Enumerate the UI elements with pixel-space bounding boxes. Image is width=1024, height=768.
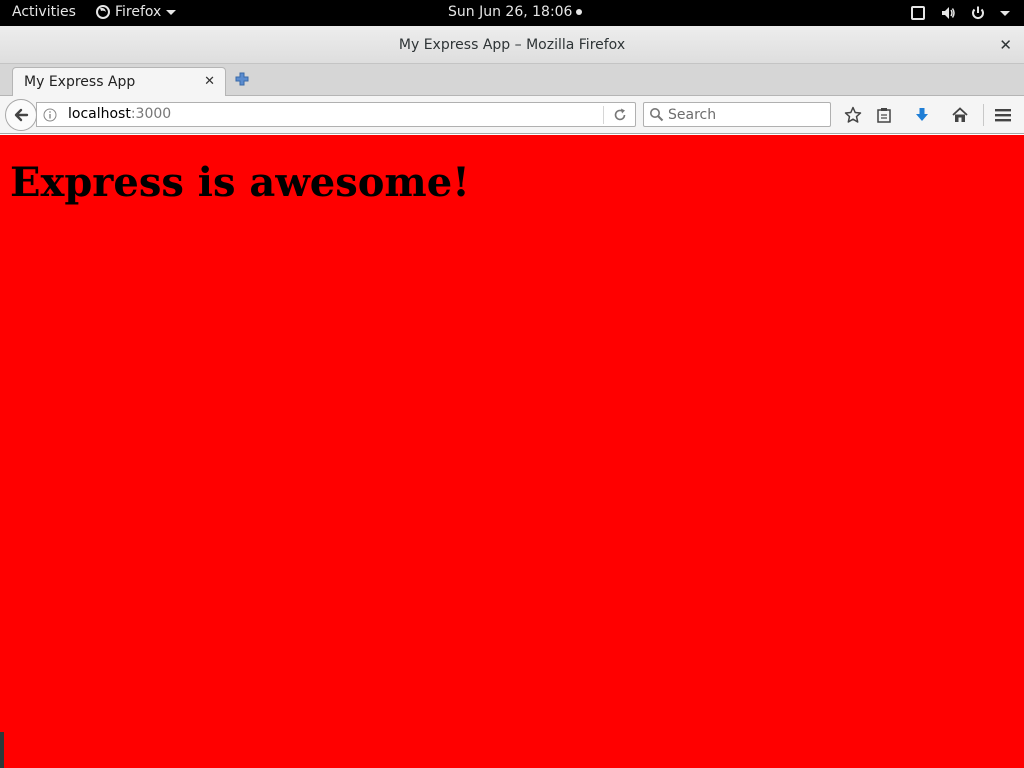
system-tray[interactable] [910, 5, 1010, 21]
search-input[interactable] [666, 105, 826, 124]
power-icon[interactable] [970, 5, 986, 21]
app-menu-button[interactable]: Firefox [96, 4, 177, 20]
url-text[interactable]: localhost:3000 [68, 106, 171, 122]
back-button[interactable] [5, 99, 37, 131]
window-edge [0, 732, 4, 768]
chevron-down-icon[interactable] [1000, 10, 1010, 16]
clock-label: Sun Jun 26, 18:06 [448, 4, 573, 20]
page-heading: Express is awesome! [10, 159, 470, 206]
plus-icon[interactable] [234, 71, 250, 87]
url-bar-divider [603, 106, 604, 124]
url-port: :3000 [130, 106, 172, 122]
clock-button[interactable]: Sun Jun 26, 18:06 [448, 4, 583, 20]
window-icon[interactable] [910, 5, 926, 21]
close-icon[interactable]: ✕ [204, 74, 215, 89]
search-icon [649, 107, 664, 126]
navigation-toolbar: localhost:3000 [0, 96, 1024, 134]
search-bar[interactable] [643, 102, 831, 127]
tab-my-express-app[interactable]: My Express App ✕ [12, 67, 226, 97]
reload-icon[interactable] [612, 107, 628, 127]
notification-dot-icon [576, 9, 583, 15]
window-title: My Express App – Mozilla Firefox [398, 36, 626, 53]
tab-strip: My Express App ✕ [0, 64, 1024, 97]
window-title-bar: My Express App – Mozilla Firefox ✕ [0, 26, 1024, 64]
tab-label: My Express App [24, 74, 136, 90]
gnome-top-bar: Activities Firefox Sun Jun 26, 18:06 [0, 0, 1024, 26]
app-menu-label: Firefox [115, 4, 162, 20]
volume-icon[interactable] [940, 5, 956, 21]
page-content: Express is awesome! [0, 135, 1024, 768]
info-icon[interactable] [43, 108, 57, 126]
star-icon[interactable] [843, 105, 863, 125]
clipboard-icon[interactable] [874, 105, 894, 125]
activities-button[interactable]: Activities [12, 4, 76, 20]
home-icon[interactable] [950, 105, 970, 125]
hamburger-menu-icon[interactable] [993, 105, 1013, 125]
back-arrow-icon [12, 106, 30, 124]
download-arrow-icon[interactable] [912, 105, 932, 125]
url-bar[interactable]: localhost:3000 [36, 102, 636, 127]
toolbar-divider [983, 104, 984, 126]
chevron-down-icon [166, 9, 177, 15]
close-icon[interactable]: ✕ [999, 36, 1012, 54]
firefox-icon [96, 5, 110, 19]
url-host: localhost [68, 106, 131, 122]
